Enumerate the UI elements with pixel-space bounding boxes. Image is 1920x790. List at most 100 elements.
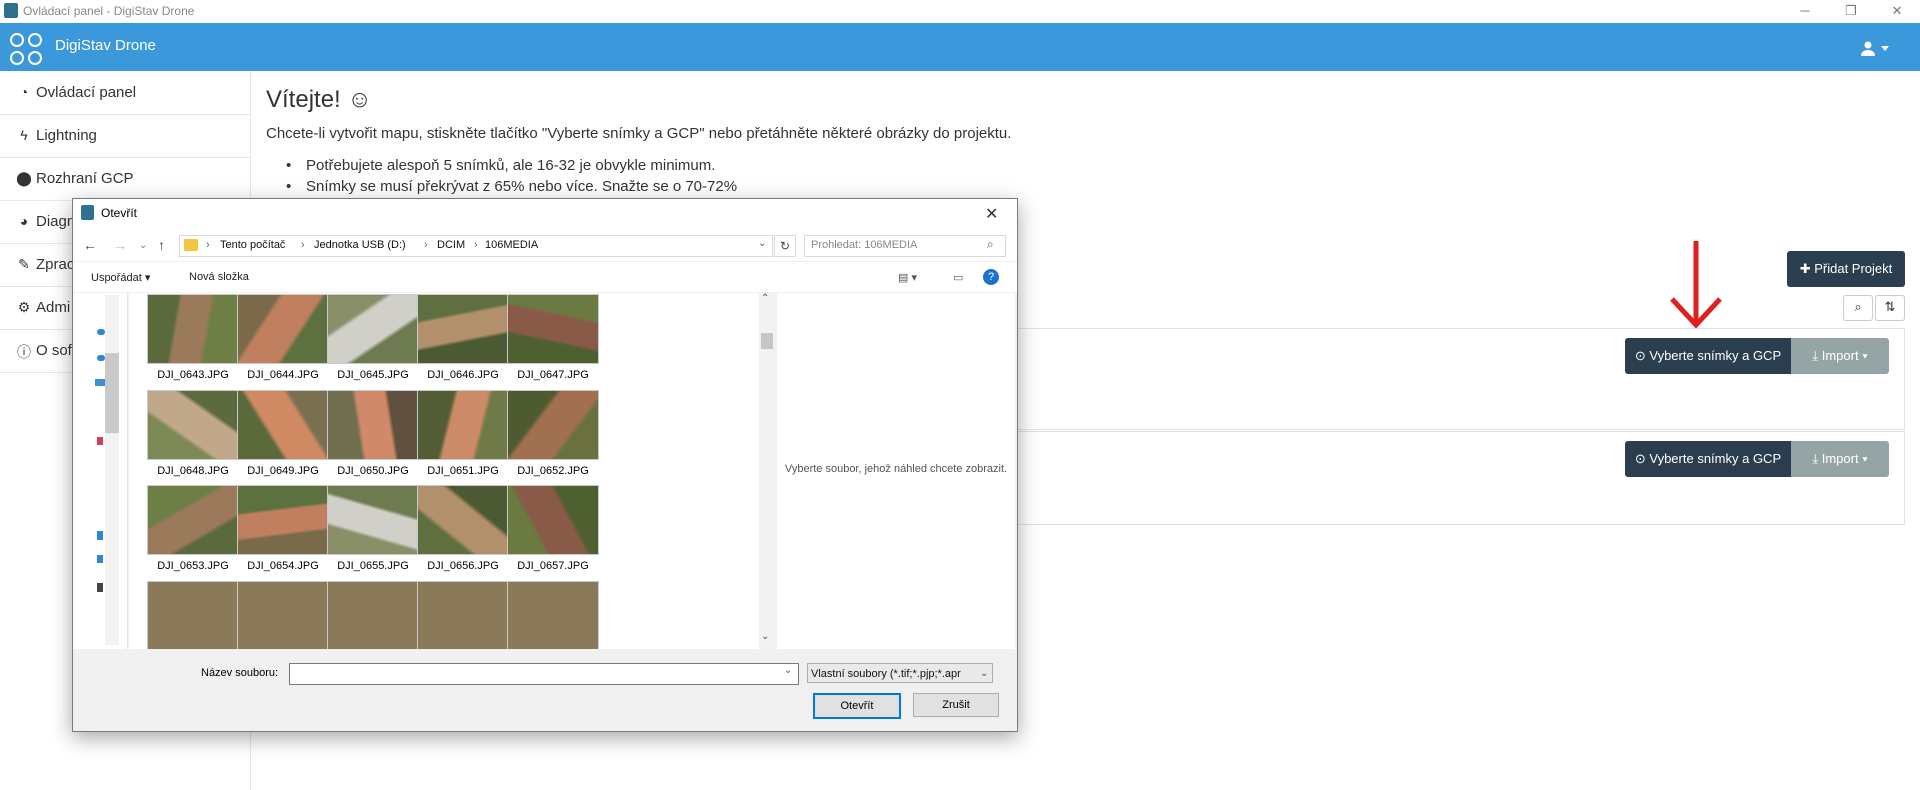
new-folder-button[interactable]: Nová složka — [189, 271, 249, 283]
file-thumbnail[interactable] — [328, 582, 418, 649]
open-button[interactable]: Otevřít — [813, 693, 901, 719]
sidebar-item-label: Ovládací panel — [36, 84, 137, 101]
file-thumbnail[interactable] — [238, 486, 328, 554]
file-thumbnail[interactable] — [148, 582, 238, 649]
preview-pane-icon[interactable]: ▭ — [953, 271, 963, 284]
breadcrumb-separator: › — [206, 239, 210, 251]
file-thumbnail[interactable] — [418, 486, 508, 554]
nav-scrollbar-thumb[interactable] — [105, 353, 119, 433]
chevron-down-icon[interactable]: ⌄ — [784, 665, 792, 676]
chevron-down-icon[interactable]: ⌄ — [758, 238, 766, 249]
breadcrumb-item[interactable]: Tento počítač — [220, 239, 285, 251]
navigation-pane[interactable] — [73, 293, 128, 649]
filetype-value: Vlastní soubory (*.tif;*.pjp;*.apr — [811, 668, 961, 680]
forward-icon[interactable]: → — [113, 237, 127, 253]
folder-icon[interactable] — [97, 555, 103, 563]
drive-icon[interactable] — [97, 583, 103, 592]
file-thumbnail[interactable] — [418, 391, 508, 459]
file-thumbnail[interactable] — [148, 391, 238, 459]
upload-images-button[interactable]: ⊙ Vyberte snímky a GCP — [1625, 441, 1791, 477]
file-thumbnail[interactable] — [238, 582, 328, 649]
breadcrumb-item[interactable]: 106MEDIA — [485, 239, 538, 251]
import-button[interactable]: ⤓ Import ▾ — [1791, 441, 1889, 477]
dialog-titlebar: Otevřít ✕ — [73, 199, 1017, 227]
file-list[interactable]: DJI_0643.JPG DJI_0644.JPG DJI_0645.JPG DJI_… — [129, 293, 759, 649]
folder-icon[interactable] — [97, 531, 103, 540]
user-menu[interactable] — [1860, 39, 1890, 57]
close-window-button[interactable]: ✕ — [1874, 0, 1920, 22]
file-thumbnail[interactable] — [418, 582, 508, 649]
refresh-icon[interactable]: ↻ — [774, 235, 796, 257]
nav-scrollbar[interactable] — [105, 295, 119, 645]
breadcrumb-item[interactable]: DCIM — [437, 239, 465, 251]
file-thumbnail[interactable] — [418, 295, 508, 363]
search-icon[interactable]: ⌕ — [1843, 295, 1873, 321]
sidebar-item-gcp[interactable]: ⬤ Rozhraní GCP — [0, 158, 250, 201]
gears-icon: ⚙ — [17, 299, 31, 315]
onedrive-icon[interactable] — [97, 355, 105, 361]
organize-menu[interactable]: Uspořádat ▾ — [91, 271, 150, 284]
up-folder-icon[interactable]: ↑ — [158, 237, 165, 253]
maximize-button[interactable]: ❐ — [1828, 0, 1874, 22]
file-thumbnail[interactable] — [238, 295, 328, 363]
file-list-scrollbar[interactable]: ⌃ ⌄ — [759, 293, 775, 649]
import-icon: ⤓ — [1812, 451, 1819, 466]
app-name[interactable]: DigiStav Drone — [55, 37, 156, 54]
folder-icon[interactable] — [97, 437, 103, 445]
upload-icon: ⊙ — [1634, 348, 1646, 363]
bolt-icon: ϟ — [20, 127, 28, 143]
user-icon — [1861, 41, 1875, 57]
upload-label: Vyberte snímky a GCP — [1649, 451, 1782, 466]
close-icon[interactable]: ✕ — [985, 204, 998, 224]
app-icon — [81, 205, 94, 220]
file-thumbnail[interactable] — [328, 486, 418, 554]
file-thumbnail[interactable] — [328, 391, 418, 459]
intro-text: Chcete-li vytvořit mapu, stiskněte tlačí… — [266, 125, 1012, 142]
file-thumbnail[interactable] — [508, 582, 598, 649]
add-project-button[interactable]: ✚ Přidat Projekt — [1787, 251, 1905, 287]
scroll-down-icon[interactable]: ⌄ — [761, 631, 769, 642]
caret-down-icon: ▾ — [144, 272, 151, 284]
file-thumbnail[interactable] — [148, 295, 238, 363]
file-name[interactable]: DJI_0647.JPG — [498, 369, 608, 381]
import-button[interactable]: ⤓ Import ▾ — [1791, 338, 1889, 374]
help-icon[interactable]: ? — [983, 269, 999, 285]
map-marker-icon: ⬤ — [16, 170, 32, 186]
file-thumbnail[interactable] — [508, 486, 598, 554]
search-placeholder: Prohledat: 106MEDIA — [811, 239, 918, 251]
file-thumbnail[interactable] — [328, 295, 418, 363]
file-thumbnail[interactable] — [238, 391, 328, 459]
pie-chart-icon: ◕ — [19, 213, 29, 229]
address-bar[interactable]: › Tento počítač › Jednotka USB (D:) › DC… — [179, 235, 773, 257]
search-input[interactable]: Prohledat: 106MEDIA ⌕ — [804, 235, 1006, 257]
computer-icon[interactable] — [95, 379, 105, 386]
import-label: Import — [1821, 451, 1859, 466]
file-thumbnail[interactable] — [148, 486, 238, 554]
sidebar-item-dashboard[interactable]: ◔ Ovládací panel — [0, 72, 250, 115]
minimize-button[interactable]: ─ — [1782, 0, 1828, 22]
cancel-button[interactable]: Zrušit — [913, 693, 999, 717]
upload-images-button[interactable]: ⊙ Vyberte snímky a GCP — [1625, 338, 1791, 374]
info-icon: ⓘ — [17, 344, 31, 360]
file-name[interactable]: DJI_0652.JPG — [498, 465, 608, 477]
filetype-select[interactable]: Vlastní soubory (*.tif;*.pjp;*.apr ⌄ — [807, 663, 993, 683]
logo-icon[interactable] — [8, 31, 44, 67]
sort-icon[interactable]: ⇅ — [1875, 295, 1905, 321]
onedrive-icon[interactable] — [97, 329, 105, 335]
filename-label: Název souboru: — [201, 667, 279, 679]
scroll-up-icon[interactable]: ⌃ — [761, 293, 769, 304]
scrollbar-thumb[interactable] — [761, 333, 773, 349]
file-name[interactable]: DJI_0657.JPG — [498, 560, 608, 572]
breadcrumb-item[interactable]: Jednotka USB (D:) — [314, 239, 406, 251]
sidebar-item-label: Zprac — [36, 256, 75, 273]
file-thumbnail[interactable] — [508, 391, 598, 459]
sidebar-item-lightning[interactable]: ϟ Lightning — [0, 115, 250, 158]
back-icon[interactable]: ← — [83, 237, 97, 253]
file-thumbnail[interactable] — [508, 295, 598, 363]
view-options-icon[interactable]: ▤ ▾ — [898, 271, 917, 284]
filename-input[interactable]: ⌄ — [289, 663, 799, 685]
recent-dropdown-icon[interactable]: ⌄ — [139, 240, 147, 251]
dialog-title: Otevřít — [101, 206, 138, 220]
os-titlebar: Ovládací panel - DigiStav Drone ─ ❐ ✕ — [0, 0, 1920, 22]
sidebar-item-label: Lightning — [36, 127, 97, 144]
